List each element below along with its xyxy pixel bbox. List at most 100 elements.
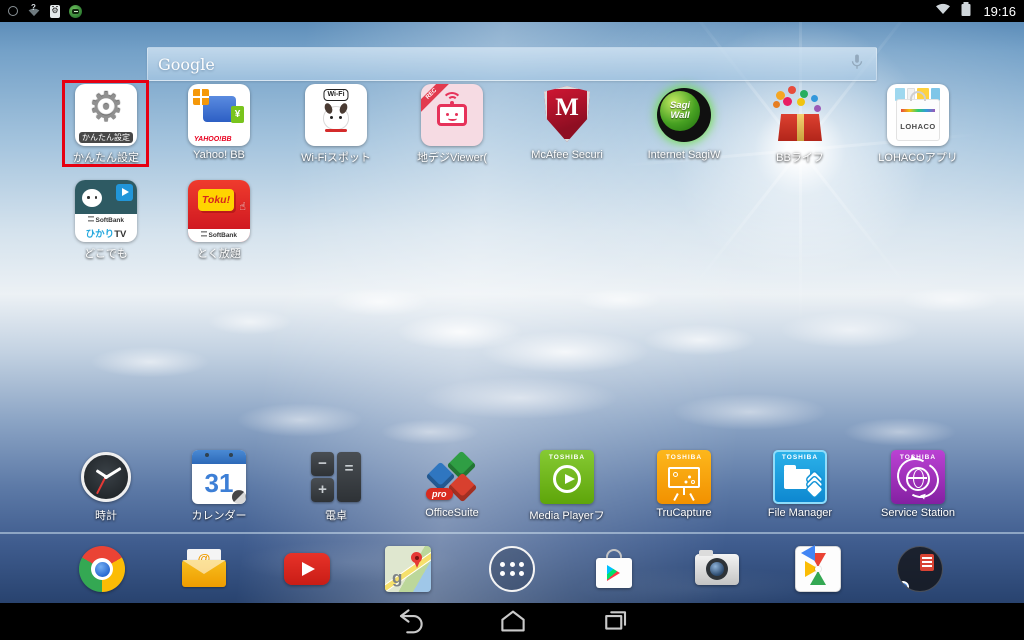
app-dokodemo[interactable]: SoftBank ひかりTV どこでも [61,180,151,261]
dock-app-maps[interactable]: g [385,546,431,592]
kantan-settei-icon: ⚙ かんたん設定 [75,84,137,146]
dog-collar [325,129,347,132]
maps-icon: g [385,546,431,592]
dock-app-browser-folder[interactable] [897,546,943,592]
bb-life-icon [769,84,831,146]
app-label: OfficeSuite [407,507,497,519]
app-label: Wi-Fiスポット [291,149,381,165]
recents-button[interactable] [600,606,630,636]
pro-badge: pro [426,488,453,500]
app-label: LOHACOアプリ [873,149,963,165]
battery-status-icon [960,1,972,22]
hikari-tv-wordmark: ひかりTV [75,226,137,240]
wifi-spot-icon: Wi-Fi [305,84,367,146]
app-lohaco[interactable]: LOHACO LOHACOアプリ [873,84,963,165]
mcafee-monogram: M [536,94,598,122]
loading-circle-icon [8,6,18,16]
yahoo-bb-icon: ¥ YAHOO!BB [188,84,250,146]
app-label: Service Station [873,507,963,519]
dock-app-email[interactable]: @ [181,546,227,592]
app-label: どこでも [61,245,151,261]
globe-icon [906,467,930,491]
tv-face [437,104,467,126]
dock-app-drawer[interactable] [489,546,535,592]
app-media-player[interactable]: TOSHIBA Media Playerフ [522,450,612,523]
app-clock[interactable]: 時計 [61,450,151,523]
lohaco-wordmark: LOHACO [897,122,939,131]
app-label: Yahoo! BB [174,149,264,161]
app-officesuite[interactable]: pro OfficeSuite [407,450,497,519]
dock-app-camera[interactable] [694,546,740,592]
app-label: とく放題 [174,245,264,261]
envelope-icon [182,560,226,587]
back-button[interactable] [396,606,426,636]
navigation-bar [0,603,1024,640]
app-calculator[interactable]: − = + 電卓 [291,450,381,523]
question-glyph: ? [31,3,36,12]
chrome-icon [79,546,125,592]
folder-circle-icon [897,546,943,592]
app-label: カレンダー [174,507,264,523]
toshiba-wordmark: TOSHIBA [657,454,711,461]
notification-icons[interactable]: ? ⚙ [8,5,82,18]
clock-icon [79,450,133,504]
app-file-manager[interactable]: TOSHIBA File Manager [755,450,845,519]
maps-g-glyph: g [392,568,402,588]
wifi-bubble-text: Wi-Fi [323,89,348,101]
yahoo-bb-wordmark: YAHOO!BB [194,136,232,143]
dock-app-chrome[interactable] [79,546,125,592]
officesuite-icon: pro [425,450,479,504]
sagiwall-icon: Sagi Wall [653,84,715,146]
app-label: 電卓 [291,507,381,523]
camera-lens [706,558,728,580]
app-label: 時計 [61,507,151,523]
plus-key: + [311,478,334,502]
app-chideji-viewer[interactable]: REC 地デジViewer( [407,84,497,165]
app-trucapture[interactable]: TOSHIBA TruCapture [639,450,729,519]
app-label: McAfee Securi [522,149,612,161]
gallery-pinwheel-icon [795,546,841,592]
teal-panel [75,180,137,214]
app-label: かんたん設定 [61,149,151,165]
app-kantan-settei[interactable]: ⚙ かんたん設定 かんたん設定 [61,84,151,165]
mic-icon[interactable] [848,52,866,77]
dock-app-play-store[interactable] [591,546,637,592]
android-home-screen: ? ⚙ 19:16 Google ⚙ かんたん設定 かんたん設定 [0,0,1024,640]
dokodemo-icon: SoftBank ひかりTV [75,180,137,242]
app-yahoo-bb[interactable]: ¥ YAHOO!BB Yahoo! BB [174,84,264,161]
app-service-station[interactable]: TOSHIBA Service Station [873,450,963,519]
app-bb-life[interactable]: BBライフ [755,84,845,165]
wallpaper [0,0,1024,640]
camera-hump [699,550,713,556]
app-tokuhodai[interactable]: Toku! ☝ SoftBank とく放題 [174,180,264,261]
google-search-bar[interactable]: Google [147,47,877,81]
dock-app-youtube[interactable] [284,546,330,592]
app-wifi-spot[interactable]: Wi-Fi Wi-Fiスポット [291,84,381,165]
minus-key: − [311,452,334,476]
app-label: Media Playerフ [522,507,612,523]
equals-key: = [337,452,361,502]
system-status-icons[interactable]: 19:16 [935,1,1016,22]
gear-icon: ⚙ [75,82,137,134]
app-label: Internet SagiW [639,149,729,161]
clock-face [81,452,131,502]
service-station-icon: TOSHIBA [891,450,945,504]
toshiba-wordmark: TOSHIBA [540,454,594,461]
calculator-icon: − = + [309,450,363,504]
seal-mascot [82,189,102,207]
media-player-icon: TOSHIBA [540,450,594,504]
clock-time: 19:16 [983,4,1016,19]
calendar-icon: 31 [192,450,246,504]
sagiwall-wordmark: Sagi Wall [660,91,700,131]
folder-app-thumbnail [920,554,934,571]
play-button [116,184,133,201]
app-calendar[interactable]: 31 カレンダー [174,450,264,523]
home-button[interactable] [498,606,528,636]
app-mcafee-security[interactable]: M McAfee Securi [522,84,612,161]
app-internet-sagiwall[interactable]: Sagi Wall Internet SagiW [639,84,729,161]
dock-app-gallery[interactable] [795,546,841,592]
file-manager-icon: TOSHIBA [773,450,827,504]
icon-badge-text: かんたん設定 [79,132,133,143]
wifi-question-icon: ? [27,5,41,17]
app-label: TruCapture [639,507,729,519]
